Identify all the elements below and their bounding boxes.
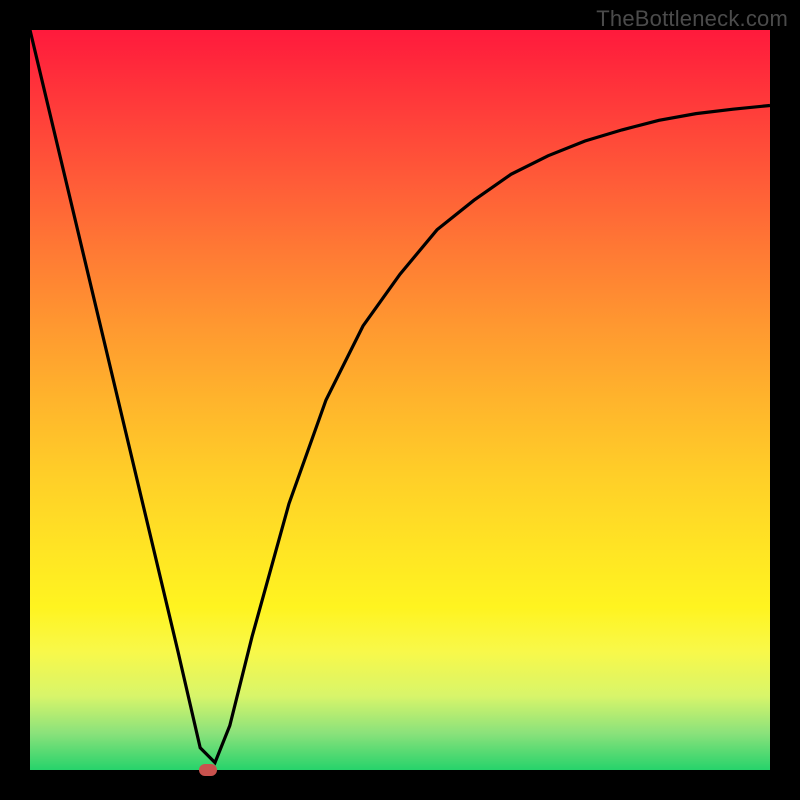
optimal-point-marker	[199, 764, 217, 776]
bottleneck-curve	[30, 30, 770, 770]
watermark-text: TheBottleneck.com	[596, 6, 788, 32]
plot-area	[30, 30, 770, 770]
